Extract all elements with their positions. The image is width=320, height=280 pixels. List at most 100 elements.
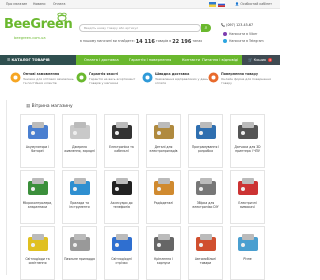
site-logo[interactable]: BeeGreen beegreen.com.ua xyxy=(4,12,73,44)
grid-icon: ▦ xyxy=(26,104,31,109)
category-card[interactable]: Світлодіодні стрічки xyxy=(104,226,139,280)
category-card[interactable]: Прилади та інструменти xyxy=(62,170,97,224)
category-card[interactable]: Акумулятори і батареї xyxy=(20,114,55,168)
category-label: Радіодеталі xyxy=(153,201,174,205)
category-label: Електроніка та кабельні xyxy=(109,145,134,153)
viber-label: Написати в Viber xyxy=(229,32,258,36)
category-card[interactable]: Електричні вимикачі xyxy=(230,170,265,224)
catalog-stats: в нашому магазині ви знайдете: 14 116 то… xyxy=(80,39,202,45)
category-label: Паяльне приладдя xyxy=(64,257,95,261)
cart-label: Кошик xyxy=(253,58,267,62)
category-image xyxy=(28,122,48,139)
category-image xyxy=(112,234,132,251)
category-image xyxy=(70,234,90,251)
main-nav: ☰ КАТАЛОГ ТОВАРІВ Оплата і доставка Гара… xyxy=(0,55,280,65)
feature-desc: Знижки для оптових замовлень та постійни… xyxy=(23,77,74,85)
sidebar-divider xyxy=(6,100,7,275)
ru-flag-icon[interactable] xyxy=(218,2,225,7)
category-label: Джерела живлення, зарядні xyxy=(64,145,95,153)
nav-item-warranty[interactable]: Гарантія і повернення xyxy=(129,55,171,65)
feature-4: Повернення товару Онлайн форма для поверн… xyxy=(208,71,274,93)
category-card[interactable]: Програмування і розробка xyxy=(188,114,223,168)
stats-prefix: в нашому магазині ви знайдете: xyxy=(80,39,135,43)
top-link-news[interactable]: Новини xyxy=(33,0,45,9)
phone-number[interactable]: 📞 (097) 123-45-67 xyxy=(221,23,253,27)
category-image xyxy=(112,122,132,139)
feature-icon xyxy=(76,72,87,83)
feature-desc: Онлайн форма для повернення товару xyxy=(221,77,271,85)
feature-3: Швидка доставка Замовлення відправляємо у… xyxy=(142,71,208,93)
feature-1: Оптові замовлення Знижки для оптових замо… xyxy=(10,71,76,93)
top-link-about[interactable]: Про магазин xyxy=(6,0,27,9)
top-bar: Про магазин Новини Оплата 👤 Особистий ка… xyxy=(0,0,280,9)
search-button[interactable]: ⌕ xyxy=(201,24,211,32)
search-icon: ⌕ xyxy=(204,25,208,31)
feature-2: Гарантія якості Гарантія на весь асортиме… xyxy=(76,71,142,93)
nav-item-faq[interactable]: Питання і відповіді xyxy=(202,55,238,65)
category-label: Аксесуари до телефонів xyxy=(110,201,133,209)
category-card[interactable]: Аксесуари до телефонів xyxy=(104,170,139,224)
menu-icon: ☰ xyxy=(7,58,11,62)
cart-button[interactable]: 🛒 Кошик 0 xyxy=(242,55,280,65)
category-image xyxy=(70,178,90,195)
category-label: Акумулятори і батареї xyxy=(25,145,50,153)
category-card[interactable]: Різне xyxy=(230,226,265,280)
category-card[interactable]: Кріплення і корпуси xyxy=(146,226,181,280)
phone-label: (097) 123-45-67 xyxy=(226,23,254,27)
top-link-payment[interactable]: Оплата xyxy=(53,0,65,9)
category-card[interactable]: Збірка для електроніки DIY xyxy=(188,170,223,224)
category-image xyxy=(154,234,174,251)
category-label: Мікроконтролери, апаратники xyxy=(22,201,53,209)
category-label: Електричні вимикачі xyxy=(238,201,257,209)
feature-icon xyxy=(208,72,219,83)
category-label: Автомобільні товари xyxy=(194,257,217,265)
category-card[interactable]: Датчики для 3D принтера і ЧПУ xyxy=(230,114,265,168)
category-image xyxy=(154,122,174,139)
category-card[interactable]: Джерела живлення, зарядні xyxy=(62,114,97,168)
feature-title: Швидка доставка xyxy=(155,72,190,76)
category-label: Світлодіоди та освітлення xyxy=(25,257,50,265)
ua-flag-icon[interactable] xyxy=(209,2,216,7)
category-card[interactable]: Деталі для електроприладів xyxy=(146,114,181,168)
category-image xyxy=(70,122,90,139)
category-card[interactable]: Світлодіоди та освітлення xyxy=(20,226,55,280)
category-image xyxy=(154,178,174,195)
category-label: Деталі для електроприладів xyxy=(149,145,178,153)
category-image xyxy=(196,234,216,251)
telegram-link[interactable]: Написати в Telegram xyxy=(223,39,264,43)
login-link[interactable]: 👤 Особистий кабінет xyxy=(235,0,272,9)
category-card[interactable]: Автомобільні товари xyxy=(188,226,223,280)
category-image xyxy=(238,178,258,195)
search-input[interactable]: Введіть назву товару або артикул xyxy=(79,24,201,32)
nav-item-delivery[interactable]: Оплата і доставка xyxy=(84,55,119,65)
catalog-menu-button[interactable]: ☰ КАТАЛОГ ТОВАРІВ xyxy=(0,55,76,65)
section-title-label: Вітрина магазину xyxy=(31,104,73,109)
category-card[interactable]: Мікроконтролери, апаратники xyxy=(20,170,55,224)
category-card[interactable]: Електроніка та кабельні xyxy=(104,114,139,168)
stats-count-types: 22 196 xyxy=(172,39,192,45)
cart-icon: 🛒 xyxy=(248,58,253,62)
category-image xyxy=(196,122,216,139)
category-card[interactable]: Радіодеталі xyxy=(146,170,181,224)
category-card[interactable]: Паяльне приладдя xyxy=(62,226,97,280)
feature-title: Повернення товару xyxy=(221,72,259,76)
telegram-label: Написати в Telegram xyxy=(229,39,264,43)
category-image xyxy=(112,178,132,195)
logo-domain: beegreen.com.ua xyxy=(14,36,46,40)
section-title: ▦ Вітрина магазину xyxy=(26,104,73,109)
cart-count-badge: 0 xyxy=(268,58,273,62)
catalog-label: КАТАЛОГ ТОВАРІВ xyxy=(11,58,50,62)
feature-desc: Гарантія на весь асортимент товарів у ма… xyxy=(89,77,136,85)
category-label: Різне xyxy=(243,257,252,261)
stats-mid: товарів в xyxy=(155,39,172,43)
category-image xyxy=(28,178,48,195)
feature-icon xyxy=(10,72,21,83)
category-label: Кріплення і корпуси xyxy=(154,257,173,265)
nav-item-contacts[interactable]: Контакти xyxy=(182,55,200,65)
feature-icon xyxy=(142,72,153,83)
stats-suffix: типах xyxy=(192,39,203,43)
category-label: Датчики для 3D принтера і ЧПУ xyxy=(234,145,261,153)
feature-title: Гарантія якості xyxy=(89,72,119,76)
viber-link[interactable]: Написати в Viber xyxy=(223,32,257,36)
category-image xyxy=(196,178,216,195)
